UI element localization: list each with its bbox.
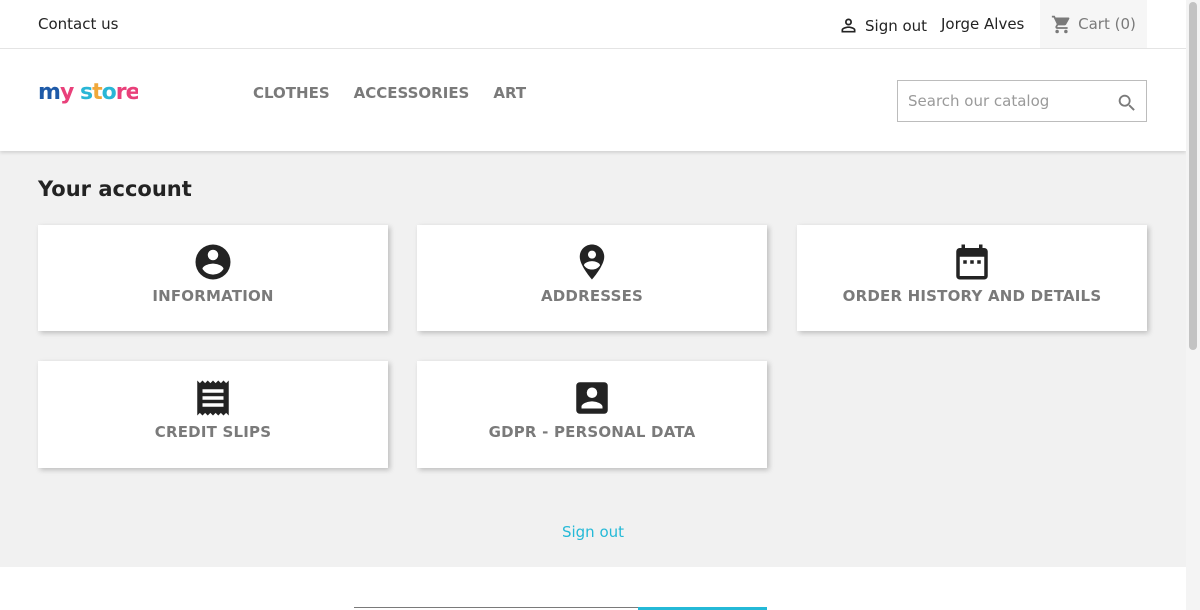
contact-us-link[interactable]: Contact us	[38, 15, 118, 33]
scrollbar-thumb[interactable]	[1189, 2, 1197, 350]
card-label: GDPR - PERSONAL DATA	[488, 423, 696, 441]
account-link-information[interactable]: INFORMATION	[38, 225, 388, 331]
menu-item-accessories[interactable]: ACCESSORIES	[354, 84, 470, 102]
svg-text:my store: my store	[38, 80, 138, 105]
cart-count: (0)	[1114, 15, 1136, 33]
card-label: ADDRESSES	[540, 287, 644, 305]
cart-button[interactable]: Cart (0)	[1040, 0, 1147, 48]
search-box	[897, 80, 1147, 122]
location-pin-icon	[579, 244, 605, 280]
store-logo[interactable]: my store	[38, 79, 141, 113]
search-input[interactable]	[898, 81, 1108, 121]
sign-out-link[interactable]: Sign out	[838, 15, 927, 36]
page-scrollbar[interactable]	[1186, 0, 1200, 610]
account-link-order-history[interactable]: ORDER HISTORY AND DETAILS	[797, 225, 1147, 331]
footer	[0, 567, 1186, 610]
calendar-icon	[956, 244, 988, 280]
page: Contact us Sign out Jorge Alves Cart (0)…	[0, 0, 1186, 610]
account-section: Your account INFORMATION ADDRESSES ORDER…	[0, 151, 1186, 567]
card-label: CREDIT SLIPS	[154, 423, 272, 441]
account-sign-out-link[interactable]: Sign out	[0, 523, 1186, 541]
site-header: my store CLOTHES ACCESSORIES ART	[0, 49, 1186, 151]
card-label: ORDER HISTORY AND DETAILS	[842, 287, 1102, 305]
card-label: INFORMATION	[152, 287, 274, 305]
account-link-gdpr[interactable]: GDPR - PERSONAL DATA	[417, 361, 767, 468]
person-icon	[841, 18, 856, 33]
top-nav: Contact us Sign out Jorge Alves Cart (0)	[0, 0, 1186, 49]
account-link-addresses[interactable]: ADDRESSES	[417, 225, 767, 331]
sign-out-label: Sign out	[865, 16, 928, 35]
page-title: Your account	[38, 177, 192, 201]
menu-item-clothes[interactable]: CLOTHES	[253, 84, 330, 102]
user-name-link[interactable]: Jorge Alves	[941, 15, 1024, 33]
menu-item-art[interactable]: ART	[493, 84, 526, 102]
main-menu: CLOTHES ACCESSORIES ART	[253, 84, 526, 102]
account-box-icon	[576, 382, 608, 414]
logo-graphic: my store	[38, 80, 141, 105]
receipt-icon	[197, 380, 229, 416]
shopping-cart-icon	[1052, 15, 1070, 33]
cart-label: Cart	[1078, 15, 1110, 33]
account-circle-icon	[195, 244, 231, 280]
search-icon[interactable]	[1116, 92, 1138, 114]
account-link-credit-slips[interactable]: CREDIT SLIPS	[38, 361, 388, 468]
